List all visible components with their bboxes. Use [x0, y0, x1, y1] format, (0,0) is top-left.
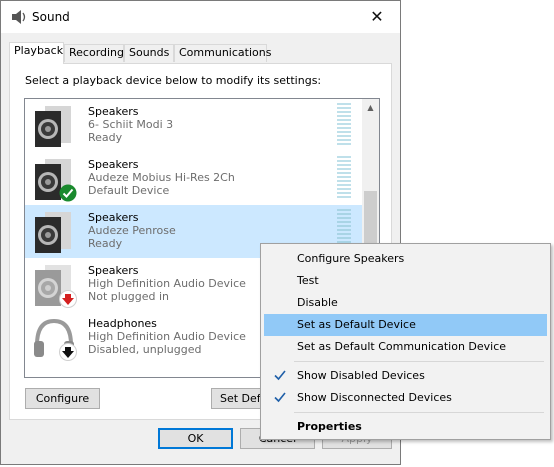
tab-communications[interactable]: Communications — [174, 44, 271, 62]
menu-item-label: Configure Speakers — [297, 252, 405, 265]
device-status: Disabled, unplugged — [88, 343, 202, 356]
menu-item-label: Show Disabled Devices — [297, 369, 425, 382]
device-description: Audeze Mobius Hi-Res 2Ch — [88, 171, 235, 184]
menu-item-label: Set as Default Communication Device — [297, 340, 507, 353]
menu-test[interactable]: Test — [264, 270, 547, 292]
speaker-app-icon — [12, 10, 26, 24]
menu-item-label: Disable — [297, 296, 338, 309]
tab-recording[interactable]: Recording — [64, 44, 124, 62]
volume-meter — [337, 103, 351, 145]
menu-disable[interactable]: Disable — [264, 292, 547, 314]
checkmark-icon — [274, 392, 286, 403]
device-item-audeze-mobius[interactable]: Speakers Audeze Mobius Hi-Res 2Ch Defaul… — [25, 152, 363, 205]
menu-set-default-device[interactable]: Set as Default Device — [264, 314, 547, 336]
checkmark-icon — [274, 370, 286, 381]
menu-show-disconnected-devices[interactable]: Show Disconnected Devices — [264, 387, 547, 409]
red-down-arrow-icon — [59, 290, 77, 308]
speaker-icon — [35, 212, 71, 253]
speaker-icon — [35, 106, 71, 147]
device-name: Speakers — [88, 264, 139, 277]
device-context-menu: Configure Speakers Test Disable Set as D… — [260, 243, 551, 440]
device-description: Audeze Penrose — [88, 224, 176, 237]
volume-meter — [337, 156, 351, 198]
device-name: Speakers — [88, 211, 139, 224]
device-name: Speakers — [88, 105, 139, 118]
menu-item-label: Test — [297, 274, 319, 287]
device-status: Ready — [88, 237, 123, 250]
device-description: 6- Schiit Modi 3 — [88, 118, 174, 131]
black-down-arrow-icon — [59, 343, 77, 361]
ok-button[interactable]: OK — [158, 428, 233, 449]
instructions-label: Select a playback device below to modify… — [25, 74, 322, 87]
green-check-icon — [59, 184, 77, 202]
scroll-up-arrow-icon[interactable]: ▲ — [362, 99, 379, 116]
device-description: High Definition Audio Device — [88, 277, 246, 290]
close-icon: ✕ — [370, 7, 384, 26]
menu-configure-speakers[interactable]: Configure Speakers — [264, 248, 547, 270]
menu-separator — [294, 361, 544, 362]
menu-separator — [294, 412, 544, 413]
tab-sounds[interactable]: Sounds — [124, 44, 174, 62]
tab-playback[interactable]: Playback — [9, 42, 64, 64]
configure-button[interactable]: Configure — [25, 388, 100, 409]
device-status: Default Device — [88, 184, 170, 197]
device-description: High Definition Audio Device — [88, 330, 246, 343]
title-bar: Sound ✕ — [1, 1, 400, 33]
menu-set-default-communication-device[interactable]: Set as Default Communication Device — [264, 336, 547, 358]
device-name: Speakers — [88, 158, 139, 171]
menu-item-label: Show Disconnected Devices — [297, 391, 452, 404]
menu-item-label: Set as Default Device — [297, 318, 416, 331]
close-button[interactable]: ✕ — [354, 1, 400, 33]
menu-show-disabled-devices[interactable]: Show Disabled Devices — [264, 365, 547, 387]
menu-item-label: Properties — [297, 420, 362, 433]
device-status: Not plugged in — [88, 290, 170, 303]
device-name: Headphones — [88, 317, 157, 330]
window-title: Sound — [32, 10, 70, 24]
device-status: Ready — [88, 131, 123, 144]
menu-properties[interactable]: Properties — [264, 416, 547, 438]
device-item-schiit-modi[interactable]: Speakers 6- Schiit Modi 3 Ready — [25, 99, 363, 152]
